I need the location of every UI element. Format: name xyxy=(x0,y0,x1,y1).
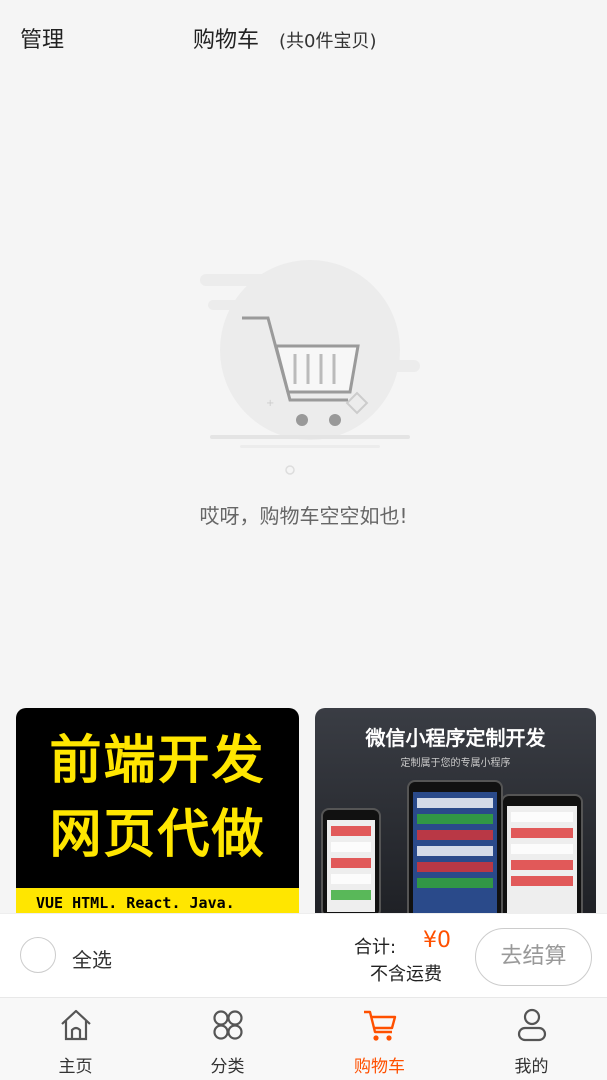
tab-category[interactable]: 分类 xyxy=(152,998,303,1080)
phone-mockup xyxy=(501,794,583,913)
profile-icon xyxy=(517,1008,547,1042)
total-value: ¥0 xyxy=(423,928,451,953)
tab-label: 购物车 xyxy=(354,1057,405,1077)
banner-line2: 网页代做 xyxy=(49,805,266,865)
tab-label: 分类 xyxy=(210,1057,245,1077)
category-icon xyxy=(213,1010,243,1040)
tab-label: 主页 xyxy=(58,1057,93,1077)
svg-text:+: + xyxy=(266,398,274,409)
header: 管理 购物车 (共0件宝贝) xyxy=(0,0,607,76)
phone-mockup xyxy=(407,780,503,913)
empty-cart-icon: + xyxy=(190,250,430,490)
page-title: 购物车 xyxy=(193,28,260,53)
banner-title: 微信小程序定制开发 xyxy=(365,726,546,750)
title-group: 购物车 (共0件宝贝) xyxy=(193,22,377,54)
tab-home[interactable]: 主页 xyxy=(0,998,151,1080)
empty-message: 哎呀，购物车空空如也! xyxy=(199,504,408,528)
banner-line1: 前端开发 xyxy=(49,731,266,791)
tab-bar: 主页 分类 购物车 我的 xyxy=(0,997,607,1080)
banner-frontend-dev[interactable]: 前端开发 网页代做 VUE HTML. React. Java. xyxy=(16,708,299,913)
shipping-note: 不含运费 xyxy=(370,964,442,985)
total-label: 合计: xyxy=(354,937,397,958)
banner-tech-strip: VUE HTML. React. Java. xyxy=(16,888,299,913)
cart-icon xyxy=(364,1010,397,1041)
banner-miniprogram[interactable]: 微信小程序定制开发 定制属于您的专属小程序 xyxy=(315,708,596,913)
home-icon xyxy=(61,1009,91,1041)
tab-profile[interactable]: 我的 xyxy=(456,998,607,1080)
tab-label: 我的 xyxy=(514,1057,549,1077)
banner-subtitle: 定制属于您的专属小程序 xyxy=(400,758,511,769)
checkout-button[interactable]: 去结算 xyxy=(475,928,592,986)
tab-cart[interactable]: 购物车 xyxy=(304,998,455,1080)
manage-button[interactable]: 管理 xyxy=(20,22,64,54)
select-all-label[interactable]: 全选 xyxy=(72,944,112,973)
select-all-checkbox[interactable] xyxy=(20,937,56,973)
checkout-bar: 全选 合计: ¥0 不含运费 去结算 xyxy=(0,913,607,997)
phone-mockup xyxy=(321,808,381,913)
item-count: (共0件宝贝) xyxy=(279,31,377,52)
banner-row: 前端开发 网页代做 VUE HTML. React. Java. 微信小程序定制… xyxy=(16,708,596,913)
